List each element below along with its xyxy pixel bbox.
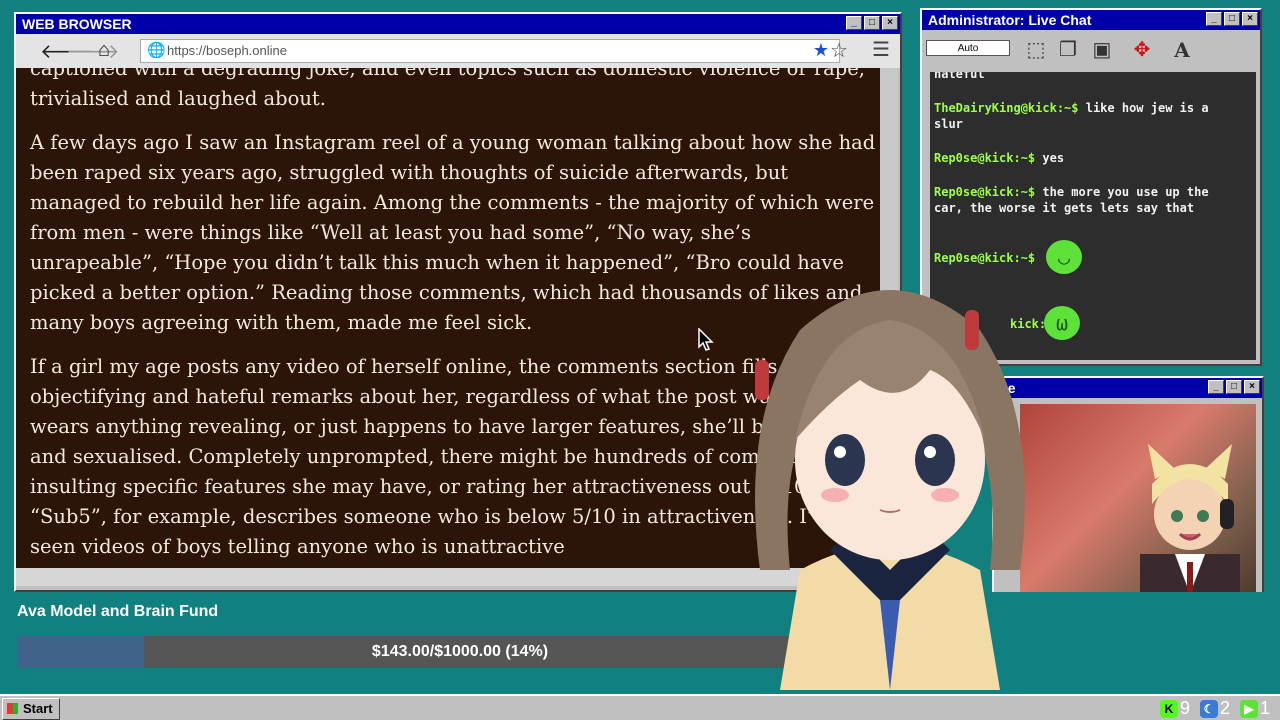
browser-title: WEB BROWSER: [22, 16, 132, 32]
bookmark-star-icon[interactable]: ☆: [830, 38, 848, 63]
home-icon[interactable]: ⌂: [98, 39, 110, 62]
windows-logo-icon: [7, 703, 18, 714]
minimize-button[interactable]: _: [1206, 12, 1222, 26]
tray-moon[interactable]: ☾ 2: [1199, 698, 1230, 719]
start-button[interactable]: Start: [2, 698, 60, 720]
close-button[interactable]: ×: [1242, 12, 1258, 26]
forward-arrow-icon[interactable]: 🡒: [66, 39, 120, 64]
vtuber-avatar-image: [755, 290, 1025, 690]
paragraph: captioned with a degrading joke, and eve…: [30, 68, 866, 110]
tray-count: 9: [1179, 698, 1190, 718]
tray-kick[interactable]: K 9: [1159, 698, 1190, 719]
close-button[interactable]: ×: [1244, 380, 1260, 394]
play-icon: ▶: [1239, 699, 1258, 718]
globe-icon: 🌐: [147, 42, 166, 59]
minimize-button[interactable]: _: [1208, 380, 1224, 394]
select-icon[interactable]: ⬚: [1022, 36, 1050, 64]
tray-play[interactable]: ▶ 1: [1239, 698, 1270, 719]
url-text: https://boseph.online: [167, 43, 287, 58]
crying-emote-icon: ω: [1044, 306, 1080, 340]
chat-title: Administrator: Live Chat: [928, 12, 1092, 28]
browser-navbar: 🡐 🡒 ⌂ 🌐 https://boseph.online ★ ☆ ☰: [16, 34, 900, 68]
chat-message: Rep0se@kick:~$ the more you use up the c…: [934, 185, 1209, 215]
tray-count: 1: [1259, 698, 1270, 718]
paste-icon[interactable]: ▣: [1088, 36, 1116, 64]
mouse-cursor-icon: [698, 328, 714, 351]
font-icon[interactable]: A: [1168, 36, 1196, 64]
fund-panel: Ava Model and Brain Fund $143.00/$1000.0…: [0, 592, 1280, 692]
system-tray: K 9 ☾ 2 ▶ 1: [1159, 698, 1270, 719]
chat-message: Rep0se@kick:~$ yes: [934, 151, 1065, 165]
close-button[interactable]: ×: [882, 16, 898, 30]
fund-title: Ava Model and Brain Fund: [17, 603, 219, 620]
chat-message: hateful: [934, 72, 985, 81]
chat-titlebar[interactable]: Administrator: Live Chat _ □ ×: [922, 10, 1260, 30]
chat-toolbar: Auto ⬚ ❐ ▣ ✥ A: [922, 30, 1260, 70]
minimize-button[interactable]: _: [846, 16, 862, 30]
chat-message: TheDairyKing@kick:~$ like how jew is a s…: [934, 101, 1209, 131]
browser-titlebar[interactable]: WEB BROWSER _ □ ×: [16, 14, 900, 34]
maximize-button[interactable]: □: [1224, 12, 1240, 26]
maximize-button[interactable]: □: [1226, 380, 1242, 394]
hamburger-menu-icon[interactable]: ☰: [872, 37, 890, 62]
url-bar[interactable]: 🌐 https://boseph.online ★: [140, 39, 840, 63]
smile-emote-icon: ◡: [1046, 240, 1082, 274]
tray-count: 2: [1219, 698, 1230, 718]
bookmarked-star-icon[interactable]: ★: [813, 40, 829, 61]
move-icon[interactable]: ✥: [1128, 36, 1156, 64]
kick-icon: K: [1159, 699, 1178, 718]
taskbar: Start K 9 ☾ 2 ▶ 1: [0, 694, 1280, 720]
moon-icon: ☾: [1199, 699, 1218, 718]
copy-icon[interactable]: ❐: [1054, 36, 1082, 64]
chat-message: Rep0se@kick:~$: [934, 251, 1036, 265]
auto-dropdown[interactable]: Auto: [926, 40, 1010, 56]
maximize-button[interactable]: □: [864, 16, 880, 30]
start-label: Start: [23, 701, 53, 716]
